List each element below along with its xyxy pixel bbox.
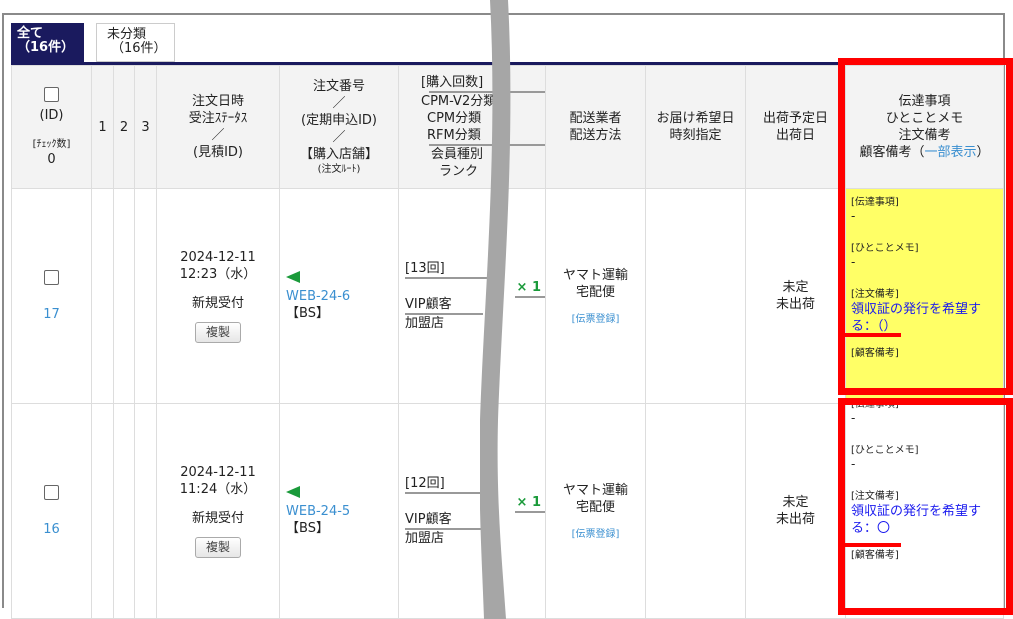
copy-button[interactable]: 複製: [194, 537, 241, 558]
carrier: ヤマト運輸: [562, 267, 628, 283]
header-carrier: 配送業者 配送方法: [545, 65, 646, 189]
header-purchase: [購入回数] CPM-V2分類 CPM分類 RFM分類 会員種別 ランク: [398, 65, 546, 189]
h: ／: [332, 96, 346, 111]
order-cell: WEB-24-5 【BS】: [279, 403, 399, 619]
purchase-cell: [12回] × 1 VIP顧客 加盟店: [398, 403, 546, 619]
annotation-underline: [845, 543, 901, 547]
annotation-box: [838, 58, 1013, 395]
tab-label: 未分類: [107, 27, 147, 42]
carrier: ヤマト運輸: [562, 482, 628, 498]
purchase-count: [13回]: [405, 260, 487, 279]
h: 注文番号: [312, 79, 365, 94]
order-number-link[interactable]: WEB-24-5: [286, 503, 398, 520]
copy-button[interactable]: 複製: [194, 322, 241, 343]
row-checkbox[interactable]: [44, 269, 59, 285]
header-2: 2: [113, 65, 135, 189]
cell-3: [134, 188, 157, 404]
h: 配送方法: [569, 128, 622, 143]
rank: 加盟店: [405, 531, 445, 546]
cell-2: [113, 188, 135, 404]
order-cell: WEB-24-6 【BS】: [279, 188, 399, 404]
h: 【購入店舗】: [299, 147, 378, 162]
carrier-cell: ヤマト運輸 宅配便 [伝票登録]: [545, 188, 646, 404]
row-checkbox[interactable]: [44, 484, 59, 500]
cell-2: [113, 403, 135, 619]
purchase-count: [12回]: [405, 475, 487, 494]
shipping-method: 宅配便: [575, 499, 615, 515]
tab-count: （16件）: [111, 41, 167, 56]
cell-1: [91, 188, 114, 404]
slip-register-link[interactable]: [伝票登録]: [546, 528, 645, 541]
h: 注文日時: [191, 94, 244, 109]
order-status: 新規受付: [191, 296, 244, 311]
h: 出荷日: [775, 128, 815, 143]
header-delivery: お届け希望日 時刻指定: [645, 65, 746, 189]
delivery-cell: [645, 188, 746, 404]
h: (注文ﾙｰﾄ): [317, 164, 361, 175]
omission-band: [480, 0, 511, 619]
tab-count: （16件）: [17, 40, 75, 55]
cell-3: [134, 403, 157, 619]
rank: 加盟店: [405, 316, 445, 331]
order-id-link[interactable]: 17: [12, 306, 91, 323]
order-time: 12:23（水）: [179, 267, 257, 282]
h: 出荷予定日: [762, 111, 828, 126]
date-cell: 2024-12-11 11:24（水） 新規受付複製: [156, 403, 280, 619]
h: (定期申込ID): [301, 113, 377, 128]
order-number-link[interactable]: WEB-24-6: [286, 288, 398, 305]
order-date: 2024-12-11: [180, 465, 256, 480]
order-id-link[interactable]: 16: [12, 521, 91, 538]
h: ／: [211, 128, 225, 143]
ship-cell: 未定 未出荷: [745, 188, 846, 404]
id-cell: 16: [11, 403, 92, 619]
check-count-label: [ﾁｪｯｸ数]: [32, 138, 71, 150]
store: 【BS】: [286, 520, 329, 536]
cell-1: [91, 403, 114, 619]
ship-date: 未定: [782, 495, 809, 510]
member-type: VIP顧客: [405, 511, 483, 530]
h: 時刻指定: [669, 128, 722, 143]
order-time: 11:24（水）: [179, 482, 257, 497]
tab-all[interactable]: 全て （16件）: [11, 23, 84, 62]
h: 受注ｽﾃｰﾀｽ: [188, 111, 248, 126]
delivery-cell: [645, 403, 746, 619]
flag-icon: [286, 270, 300, 283]
h: 配送業者: [569, 111, 622, 126]
ship-status: 未出荷: [775, 512, 815, 527]
header-ship: 出荷予定日 出荷日: [745, 65, 846, 189]
flag-icon: [286, 485, 300, 498]
annotation-box: [838, 398, 1013, 615]
purchase-cell: [13回] × 1 VIP顧客 加盟店: [398, 188, 546, 404]
id-cell: 17: [11, 188, 92, 404]
select-all-checkbox[interactable]: [44, 86, 59, 102]
annotation-underline: [845, 333, 901, 337]
header-id: (ID) [ﾁｪｯｸ数] 0: [11, 65, 92, 189]
check-count: 0: [47, 151, 56, 167]
shipping-method: 宅配便: [575, 284, 615, 300]
header-date: 注文日時受注ｽﾃｰﾀｽ ／ (見積ID): [156, 65, 280, 189]
member-type: VIP顧客: [405, 296, 483, 315]
h: ／: [332, 130, 346, 145]
id-label: (ID): [39, 107, 64, 123]
h: (見積ID): [193, 145, 243, 160]
carrier-cell: ヤマト運輸 宅配便 [伝票登録]: [545, 403, 646, 619]
h: お届け希望日: [656, 111, 735, 126]
order-status: 新規受付: [191, 511, 244, 526]
ship-status: 未出荷: [775, 297, 815, 312]
slip-register-link[interactable]: [伝票登録]: [546, 313, 645, 326]
order-date: 2024-12-11: [180, 250, 256, 265]
ship-cell: 未定 未出荷: [745, 403, 846, 619]
tab-label: 全て: [17, 26, 44, 41]
ship-date: 未定: [782, 280, 809, 295]
date-cell: 2024-12-11 12:23（水） 新規受付複製: [156, 188, 280, 404]
store: 【BS】: [286, 305, 329, 321]
header-3: 3: [134, 65, 157, 189]
header-1: 1: [91, 65, 114, 189]
tab-unclassified[interactable]: 未分類 （16件）: [96, 23, 175, 62]
header-order: 注文番号 ／ (定期申込ID) ／ 【購入店舗】 (注文ﾙｰﾄ): [279, 65, 399, 189]
